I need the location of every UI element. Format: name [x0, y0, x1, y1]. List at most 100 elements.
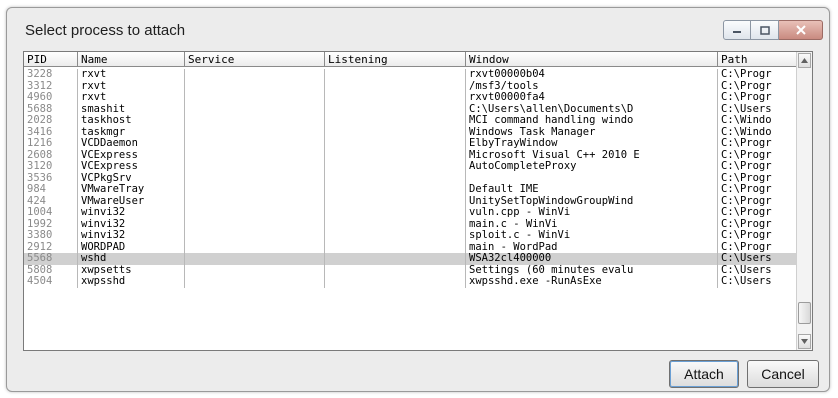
name-cell: VMwareTray — [78, 184, 185, 196]
column-header-window[interactable]: Window — [466, 52, 718, 67]
service-cell — [185, 103, 325, 115]
listening-cell — [325, 218, 466, 230]
listening-cell — [325, 184, 466, 196]
window-cell: rxvt00000fa4 — [466, 92, 718, 104]
process-row[interactable]: 2028 taskhost MCI command handling windo C:… — [24, 115, 798, 127]
process-row[interactable]: 2608 VCExpress Microsoft Visual C++ 2010 E… — [24, 149, 798, 161]
attach-button[interactable]: Attach — [669, 360, 739, 388]
pid-cell: 3380 — [24, 230, 78, 242]
process-row[interactable]: 3228 rxvt rxvt00000b04 C:\Progr — [24, 69, 798, 81]
name-cell: xwpsshd — [78, 276, 185, 288]
column-header-name[interactable]: Name — [78, 52, 185, 67]
path-cell: C:\Progr — [718, 80, 798, 92]
window-cell: Windows Task Manager — [466, 126, 718, 138]
pid-cell: 4504 — [24, 276, 78, 288]
scroll-up-button[interactable] — [798, 53, 811, 68]
name-cell: smashit — [78, 103, 185, 115]
path-cell: C:\Progr — [718, 172, 798, 184]
listening-cell — [325, 172, 466, 184]
path-cell: C:\Progr — [718, 69, 798, 81]
service-cell — [185, 161, 325, 173]
service-cell — [185, 184, 325, 196]
pid-cell: 1992 — [24, 218, 78, 230]
column-header-service[interactable]: Service — [185, 52, 325, 67]
window-cell: main - WordPad — [466, 241, 718, 253]
cancel-button[interactable]: Cancel — [747, 360, 819, 388]
service-cell — [185, 230, 325, 242]
listening-cell — [325, 138, 466, 150]
name-cell: WORDPAD — [78, 241, 185, 253]
process-row[interactable]: 5568 wshd WSA32cl400000 C:\Users — [24, 253, 798, 265]
maximize-icon — [759, 25, 770, 35]
listening-cell — [325, 103, 466, 115]
minimize-button[interactable] — [723, 20, 751, 40]
pid-cell: 2608 — [24, 149, 78, 161]
listening-cell — [325, 264, 466, 276]
listening-cell — [325, 161, 466, 173]
process-row[interactable]: 3312 rxvt/msf3/tools C:\Progr — [24, 80, 798, 92]
attach-process-dialog: Select process to attach PID Name Servic… — [6, 7, 830, 392]
service-cell — [185, 241, 325, 253]
name-cell: rxvt — [78, 80, 185, 92]
pid-cell: 5688 — [24, 103, 78, 115]
listening-cell — [325, 241, 466, 253]
scroll-thumb[interactable] — [798, 302, 811, 324]
vertical-scrollbar[interactable] — [796, 52, 812, 350]
process-row[interactable]: 3380 winvi32 sploit.c - WinVi C:\Progr — [24, 230, 798, 242]
name-cell: taskhost — [78, 115, 185, 127]
path-cell: C:\Progr — [718, 241, 798, 253]
window-cell: C:\Users\allen\Documents\D — [466, 103, 718, 115]
name-cell: taskmgr — [78, 126, 185, 138]
path-cell: C:\Progr — [718, 92, 798, 104]
dialog-title: Select process to attach — [25, 22, 186, 39]
service-cell — [185, 276, 325, 288]
listening-cell — [325, 230, 466, 242]
process-row[interactable]: 984 VMwareTray Default IME C:\Progr — [24, 184, 798, 196]
column-header-listening[interactable]: Listening — [325, 52, 466, 67]
title-bar: Select process to attach — [7, 8, 829, 48]
close-button[interactable] — [779, 20, 823, 40]
column-header-pid[interactable]: PID — [24, 52, 78, 67]
listening-cell — [325, 149, 466, 161]
service-cell — [185, 149, 325, 161]
listening-cell — [325, 69, 466, 81]
pid-cell: 3312 — [24, 80, 78, 92]
listening-cell — [325, 92, 466, 104]
pid-cell: 5808 — [24, 264, 78, 276]
process-row[interactable]: 424 VMwareUser UnitySetTopWindowGroupWind C… — [24, 195, 798, 207]
process-row[interactable]: 5808 xwpsetts Settings (60 minutes evalu C:… — [24, 264, 798, 276]
listening-cell — [325, 207, 466, 219]
process-row[interactable]: 3120 VCExpress AutoCompleteProxy C:\Progr — [24, 161, 798, 173]
process-row[interactable]: 4504 xwpsshd xwpsshd.exe -RunAsExe C:\Users — [24, 276, 798, 288]
process-row[interactable]: 1216 VCDDaemon ElbyTrayWindow C:\Progr — [24, 138, 798, 150]
process-row[interactable]: 2912 WORDPAD main - WordPad C:\Progr — [24, 241, 798, 253]
process-row[interactable]: 3416 taskmgr Windows Task Manager C:\Windo — [24, 126, 798, 138]
process-row[interactable]: 3536 VCPkgSrv C:\Progr — [24, 172, 798, 184]
window-cell: AutoCompleteProxy — [466, 161, 718, 173]
listening-cell — [325, 126, 466, 138]
process-row[interactable]: 1004 winvi32 vuln.cpp - WinVi C:\Progr — [24, 207, 798, 219]
path-cell: C:\Users — [718, 264, 798, 276]
pid-cell: 1004 — [24, 207, 78, 219]
close-icon — [795, 25, 806, 35]
path-cell: C:\Users — [718, 276, 798, 288]
service-cell — [185, 207, 325, 219]
scroll-down-button[interactable] — [798, 334, 811, 349]
process-row[interactable]: 5688 smashit C:\Users\allen\Documents\D C:\… — [24, 103, 798, 115]
name-cell: VCExpress — [78, 149, 185, 161]
window-cell: Settings (60 minutes evalu — [466, 264, 718, 276]
pid-cell: 1216 — [24, 138, 78, 150]
window-cell: xwpsshd.exe -RunAsExe — [466, 276, 718, 288]
window-cell — [466, 172, 718, 184]
service-cell — [185, 69, 325, 81]
maximize-button[interactable] — [751, 20, 779, 40]
process-list[interactable]: PID Name Service Listening Window Path 3… — [23, 51, 813, 351]
listening-cell — [325, 80, 466, 92]
pid-cell: 3416 — [24, 126, 78, 138]
process-row[interactable]: 1992 winvi32 main.c - WinVi C:\Progr — [24, 218, 798, 230]
process-rows: 3228 rxvt rxvt00000b04 C:\Progr 3312 rxvt/msf… — [24, 69, 798, 288]
process-row[interactable]: 4960 rxvt rxvt00000fa4 C:\Progr — [24, 92, 798, 104]
name-cell: VMwareUser — [78, 195, 185, 207]
path-cell: C:\Progr — [718, 230, 798, 242]
column-header-path[interactable]: Path — [718, 52, 798, 67]
